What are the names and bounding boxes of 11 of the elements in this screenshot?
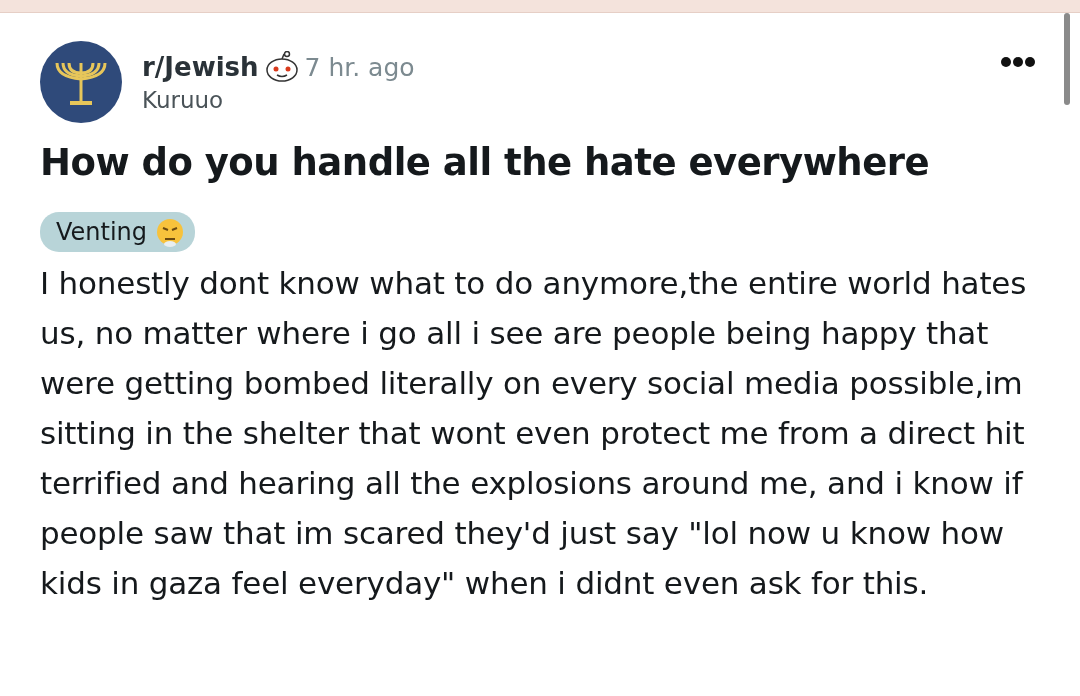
post-title: How do you handle all the hate everywhere [40,141,931,184]
angry-face-icon [155,217,186,247]
scrollbar[interactable] [1064,13,1070,105]
menorah-avatar[interactable] [40,41,122,123]
post-time: 7 hr. ago [304,52,415,82]
subreddit-name[interactable]: r/Jewish [142,52,259,82]
post-body: I honestly dont know what to do anymore,the entire world hates us, no matter where i go all i see are people being happy that were getting bombed literally on every social media possible,im sitting in the shelter that wont even protect me from a direct hit terrified and hearing all the explosions around me, and i know if people saw that im scared they'd just say "lol now u know how kids in gaza feel everyday" when i didnt even ask for this. [40,264,1028,603]
flair-label: Venting [56,218,148,246]
author-name[interactable]: Kuruuo [142,87,980,113]
more-options-icon[interactable] [1000,56,1036,68]
robot-face-icon [264,51,299,83]
